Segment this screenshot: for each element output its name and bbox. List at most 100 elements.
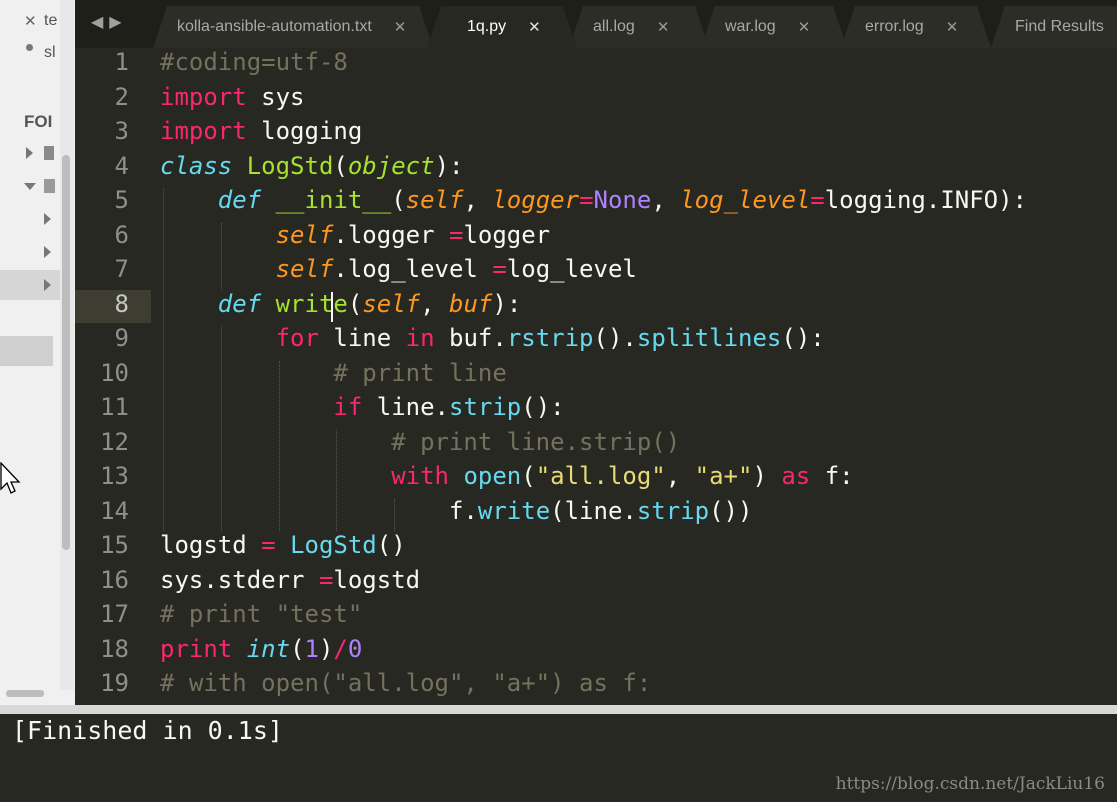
expand-arrow-icon[interactable] [44,246,51,258]
line-number: 12 [100,427,129,456]
tab-label: all.log [593,18,635,35]
code-token: ( [333,151,348,180]
code-token: ): [434,151,464,180]
code-token: "all.log" [535,462,666,490]
code-token: , [665,462,695,490]
expand-arrow-icon[interactable] [26,147,33,159]
build-output-panel[interactable]: [Finished in 0.1s] https://blog.csdn.net… [0,714,1117,802]
code-token: logstd [333,565,421,594]
code-token: = [810,186,825,214]
tab-nav-arrows-icon[interactable]: ◀▶ [91,12,128,32]
code-token: ) [318,634,334,663]
code-line: self.logger =logger [160,220,551,249]
code-token: logger [463,220,551,249]
tab-error-log[interactable]: error.log ✕ [841,6,991,48]
line-number: 5 [114,186,129,214]
line-number: 6 [114,220,129,249]
code-token: = [261,531,276,559]
sidebar-hscroll-thumb[interactable] [6,690,44,697]
mouse-pointer-icon [0,462,21,494]
tab-close-icon[interactable]: ✕ [798,18,811,36]
code-token: self [362,289,421,318]
code-line: print int(1)/0 [160,635,362,663]
line-number: 7 [114,255,129,283]
code-line: # print line.strip() [160,428,680,456]
code-token: rstrip [506,324,594,352]
indent-guide [220,222,222,290]
code-token: # print line [333,358,507,387]
code-token: with [391,462,449,490]
line-number: 11 [100,393,129,421]
tab-find-results[interactable]: Find Results [991,6,1117,48]
tab-1q-py[interactable]: 1q.py ✕ [427,6,577,48]
code-token: self [275,255,334,283]
tab-label: error.log [865,18,924,35]
unsaved-dot-icon [26,44,33,51]
code-token: .log_level [333,255,493,283]
code-token: None [593,186,652,214]
code-token: () [376,531,406,559]
code-line: for line in buf.rstrip().splitlines(): [160,324,825,352]
line-number: 19 [100,669,129,697]
code-token: ): [492,289,522,318]
code-token: for [275,324,319,352]
code-editor[interactable]: 1 2 3 4 5 6 7 8 9 10 11 12 13 14 15 16 17 18 19 #coding=ut… [75,48,1117,705]
code-token: #coding=utf-8 [160,48,348,76]
tab-close-icon[interactable]: ✕ [528,18,541,36]
tab-close-icon[interactable]: ✕ [657,18,670,36]
code-token: = [492,255,507,283]
tab-close-icon[interactable]: ✕ [394,18,407,36]
line-number: 9 [114,324,129,352]
code-token: ( [521,462,536,490]
tab-close-icon[interactable]: ✕ [946,18,959,36]
line-number: 15 [100,531,129,559]
sidebar-row-selected[interactable] [0,336,53,366]
line-number: 18 [100,634,129,663]
code-line: # print "test" [160,600,362,628]
code-token: (line. [550,496,637,525]
code-token: log_level [680,186,811,214]
code-token: buf [449,289,493,318]
text-cursor [331,292,333,322]
open-file-item[interactable]: sl [44,44,56,62]
code-token: (): [781,324,825,352]
code-token: line. [362,393,449,421]
tab-kolla-ansible-automation[interactable]: kolla-ansible-automation.txt ✕ [153,6,433,48]
code-token: = [448,220,464,249]
tab-war-log[interactable]: war.log ✕ [701,6,847,48]
line-number: 8 [114,289,129,318]
code-token: ( [391,186,406,214]
code-token: splitlines [636,324,782,352]
code-line: # print line [160,358,507,387]
code-token: logstd [160,531,262,559]
expand-arrow-icon[interactable] [44,279,51,291]
collapse-arrow-icon[interactable] [24,183,36,190]
code-token: "a+" [694,462,753,490]
line-number: 13 [100,462,129,490]
expand-arrow-icon[interactable] [44,213,51,225]
code-token: , [463,186,493,214]
code-line: class LogStd(object): [160,152,463,180]
close-file-icon[interactable]: ✕ [24,12,37,30]
tab-all-log[interactable]: all.log ✕ [569,6,709,48]
open-file-item[interactable]: te [44,12,57,30]
sidebar-row-highlight[interactable] [0,270,60,300]
code-token: logging.INFO): [824,186,1028,214]
code-token: ) [752,462,782,490]
line-number: 17 [100,600,129,628]
folder-open-icon [44,179,55,193]
sidebar-scroll-thumb[interactable] [62,155,70,550]
indent-guide [163,188,164,531]
panel-divider[interactable] [0,705,1117,714]
code-token: open [463,462,522,490]
code-line: with open("all.log", "a+") as f: [160,462,853,490]
